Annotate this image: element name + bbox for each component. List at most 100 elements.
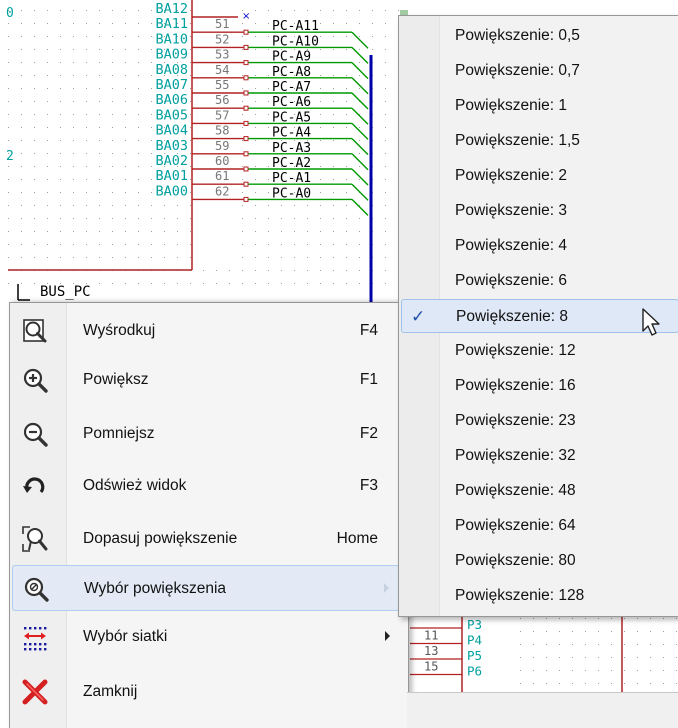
menu-item-label: Powiększ (83, 371, 149, 388)
mouse-cursor-icon (642, 308, 660, 336)
pin-name: BA12 (155, 1, 188, 17)
net-label: PC-A8 (272, 65, 311, 80)
zoom-option-label: Powiększenie: 1,5 (455, 132, 580, 149)
pin-name: BA06 (155, 92, 188, 108)
pin-name: BA01 (155, 168, 188, 184)
pin-number: 15 (424, 660, 438, 674)
net-label: PC-A9 (272, 50, 311, 65)
sheet-edge-label: 2 (6, 149, 14, 164)
sheet-edge-label: 0 (6, 6, 14, 21)
zoom-option-label: Powiększenie: 12 (455, 342, 576, 359)
zoom-option-label: Powiększenie: 32 (455, 447, 576, 464)
zoom-option[interactable]: Powiększenie: 16 (401, 369, 678, 403)
pin-number: 60 (215, 154, 229, 168)
lower-pin-row: P3 (410, 617, 482, 632)
zoom-option-label: Powiększenie: 23 (455, 412, 576, 429)
zoom-option[interactable]: Powiększenie: 0,5 (401, 19, 678, 53)
menu-item-label: Wybór siatki (83, 628, 168, 645)
menu-item-odswiez-widok[interactable]: Odśwież widok F3 (12, 463, 406, 509)
menu-item-powieksz[interactable]: Powiększ F1 (12, 357, 406, 403)
menu-item-label: Wyśrodkuj (83, 322, 156, 339)
menu-item-label: Zamknij (83, 683, 138, 700)
net-label: PC-A2 (272, 156, 311, 171)
submenu-arrow-icon (385, 631, 390, 641)
zoom-option[interactable]: Powiększenie: 3 (401, 194, 678, 228)
no-connect-icon: × (242, 11, 250, 22)
menu-item-wysrodkuj[interactable]: Wyśrodkuj F4 (12, 308, 406, 354)
pin-number: 52 (215, 32, 229, 46)
context-menu: Wyśrodkuj F4 Powiększ F1 Pomniejsz F2 Odśwież … (9, 302, 409, 728)
net-label: PC-A3 (272, 141, 311, 156)
status-strip (407, 692, 678, 728)
pin-name: BA09 (155, 47, 188, 63)
zoom-option[interactable]: Powiększenie: 2 (401, 159, 678, 193)
pin-number: 53 (215, 48, 229, 62)
menu-item-shortcut: F4 (359, 322, 378, 339)
zoom-option[interactable]: Powiększenie: 48 (401, 474, 678, 508)
zoom-option[interactable]: Powiększenie: 128 (401, 579, 678, 613)
net-label: PC-A4 (272, 126, 311, 141)
menu-item-label: Wybór powiększenia (84, 580, 227, 597)
zoom-option[interactable]: Powiększenie: 1,5 (401, 124, 678, 158)
zoom-option-label: Powiększenie: 48 (455, 482, 576, 499)
net-label: PC-A6 (272, 95, 311, 110)
pin-name: BA04 (155, 123, 188, 139)
net-label: PC-A5 (272, 110, 311, 125)
pin-number: 56 (215, 93, 229, 107)
zoom-option-label: Powiększenie: 80 (455, 552, 576, 569)
zoom-option[interactable]: Powiększenie: 32 (401, 439, 678, 473)
pin-number: 51 (215, 17, 229, 31)
menu-item-label: Pomniejsz (83, 425, 155, 442)
zoom-in-icon (21, 366, 49, 394)
pin-name: P4 (467, 633, 482, 648)
menu-item-pomniejsz[interactable]: Pomniejsz F2 (12, 411, 406, 457)
pin-name: P3 (467, 617, 482, 632)
zoom-option[interactable]: Powiększenie: 6 (401, 264, 678, 298)
zoom-out-icon (21, 420, 49, 448)
checkmark-icon: ✓ (411, 307, 426, 326)
pin-number: 13 (424, 644, 438, 658)
menu-item-wybor-powiekszenia[interactable]: Wybór powiększenia (12, 565, 406, 611)
menu-item-dopasuj-powiekszenie[interactable]: Dopasuj powiększenie Home (12, 516, 406, 562)
pin-name: BA07 (155, 77, 188, 93)
zoom-option[interactable]: Powiększenie: 23 (401, 404, 678, 438)
zoom-option-label: Powiększenie: 4 (455, 237, 568, 254)
pin-number: 11 (424, 629, 438, 643)
zoom-fit-icon (21, 525, 49, 553)
menu-item-zamknij[interactable]: Zamknij (12, 669, 406, 715)
zoom-option-label: Powiększenie: 6 (455, 272, 568, 289)
zoom-option-label: Powiększenie: 8 (456, 308, 569, 325)
menu-item-label: Odśwież widok (83, 477, 187, 494)
menu-item-label: Dopasuj powiększenie (83, 530, 238, 547)
zoom-option[interactable]: ✓ Powiększenie: 8 (401, 299, 678, 333)
zoom-option[interactable]: Powiększenie: 0,7 (401, 54, 678, 88)
pin-name: BA02 (155, 153, 188, 169)
zoom-option[interactable]: Powiększenie: 12 (401, 334, 678, 368)
pin-number: 58 (215, 124, 229, 138)
menu-item-wybor-siatki[interactable]: Wybór siatki (12, 614, 406, 660)
pin-name: BA11 (155, 16, 188, 32)
pin-name: BA05 (155, 107, 188, 123)
grid-select-icon (21, 623, 49, 651)
zoom-option-label: Powiększenie: 0,5 (455, 27, 580, 44)
pin-name: P5 (467, 648, 482, 663)
menu-item-shortcut: F3 (359, 477, 378, 494)
zoom-option[interactable]: Powiększenie: 80 (401, 544, 678, 578)
net-label: PC-A1 (272, 171, 311, 186)
zoom-option-label: Powiększenie: 1 (455, 97, 568, 114)
zoom-option[interactable]: Powiększenie: 64 (401, 509, 678, 543)
zoom-center-icon (21, 317, 49, 345)
zoom-option[interactable]: Powiększenie: 1 (401, 89, 678, 123)
zoom-option-label: Powiększenie: 128 (455, 587, 585, 604)
menu-item-shortcut: F2 (359, 425, 378, 442)
lower-component: P3 11 P4 13 P5 15 P6 (410, 612, 623, 692)
redraw-icon (21, 472, 49, 500)
pin-name: BA03 (155, 138, 188, 154)
net-label: PC-A10 (272, 34, 319, 49)
menu-item-shortcut: Home (336, 530, 378, 547)
pin-number: 59 (215, 139, 229, 153)
zoom-option[interactable]: Powiększenie: 4 (401, 229, 678, 263)
pin-name: P6 (467, 664, 482, 679)
zoom-option-label: Powiększenie: 64 (455, 517, 576, 534)
submenu-arrow-icon (384, 583, 389, 593)
